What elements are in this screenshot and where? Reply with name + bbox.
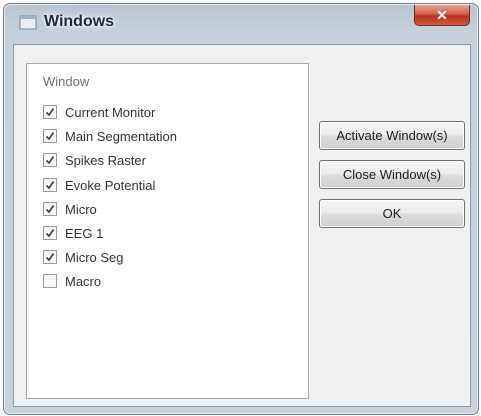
list-item[interactable]: Main Segmentation xyxy=(43,126,177,146)
checkbox-checked[interactable] xyxy=(43,129,57,143)
checkbox-checked[interactable] xyxy=(43,250,57,264)
list-item-label: Main Segmentation xyxy=(65,128,178,144)
checkbox-checked[interactable] xyxy=(43,178,57,192)
checkmark-icon xyxy=(45,156,55,165)
close-icon: ✕ xyxy=(436,6,448,23)
close-window-button[interactable]: ✕ xyxy=(414,5,470,26)
title-bar[interactable]: Windows ✕ xyxy=(4,4,478,46)
close-windows-button[interactable]: Close Window(s) xyxy=(319,160,465,189)
checkmark-icon xyxy=(45,181,55,190)
list-item-label: EEG 1 xyxy=(65,225,104,241)
checkmark-icon xyxy=(45,229,55,238)
list-item-label: Micro Seg xyxy=(65,249,124,265)
checkbox-unchecked[interactable] xyxy=(43,274,57,288)
list-item-label: Evoke Potential xyxy=(65,177,156,193)
checkmark-icon xyxy=(45,132,55,141)
activate-windows-button[interactable]: Activate Window(s) xyxy=(319,121,465,150)
dialog-title: Windows xyxy=(44,13,115,30)
list-item[interactable]: Macro xyxy=(43,271,101,291)
window-app-icon xyxy=(18,13,38,33)
checkbox-checked[interactable] xyxy=(43,202,57,216)
checkbox-checked[interactable] xyxy=(43,105,57,119)
checkmark-icon xyxy=(45,253,55,262)
list-item-label: Spikes Raster xyxy=(65,152,146,168)
list-item[interactable]: EEG 1 xyxy=(43,223,103,243)
list-item[interactable]: Micro xyxy=(43,199,97,219)
list-item[interactable]: Evoke Potential xyxy=(43,175,155,195)
list-item[interactable]: Micro Seg xyxy=(43,247,124,267)
list-item[interactable]: Spikes Raster xyxy=(43,150,146,170)
checkbox-checked[interactable] xyxy=(43,226,57,240)
checkbox-checked[interactable] xyxy=(43,153,57,167)
ok-button[interactable]: OK xyxy=(319,199,465,228)
dialog-body: Window Current Monitor Main Segmentation… xyxy=(13,44,471,407)
window-list: Window Current Monitor Main Segmentation… xyxy=(26,63,309,399)
list-header: Window xyxy=(43,74,90,89)
list-item-label: Current Monitor xyxy=(65,104,156,120)
list-item[interactable]: Current Monitor xyxy=(43,102,155,122)
windows-dialog: Windows ✕ Window Current Monitor Main Se… xyxy=(3,3,479,415)
list-item-label: Micro xyxy=(65,201,97,217)
list-item-label: Macro xyxy=(65,273,102,289)
checkmark-icon xyxy=(45,205,55,214)
checkmark-icon xyxy=(45,108,55,117)
